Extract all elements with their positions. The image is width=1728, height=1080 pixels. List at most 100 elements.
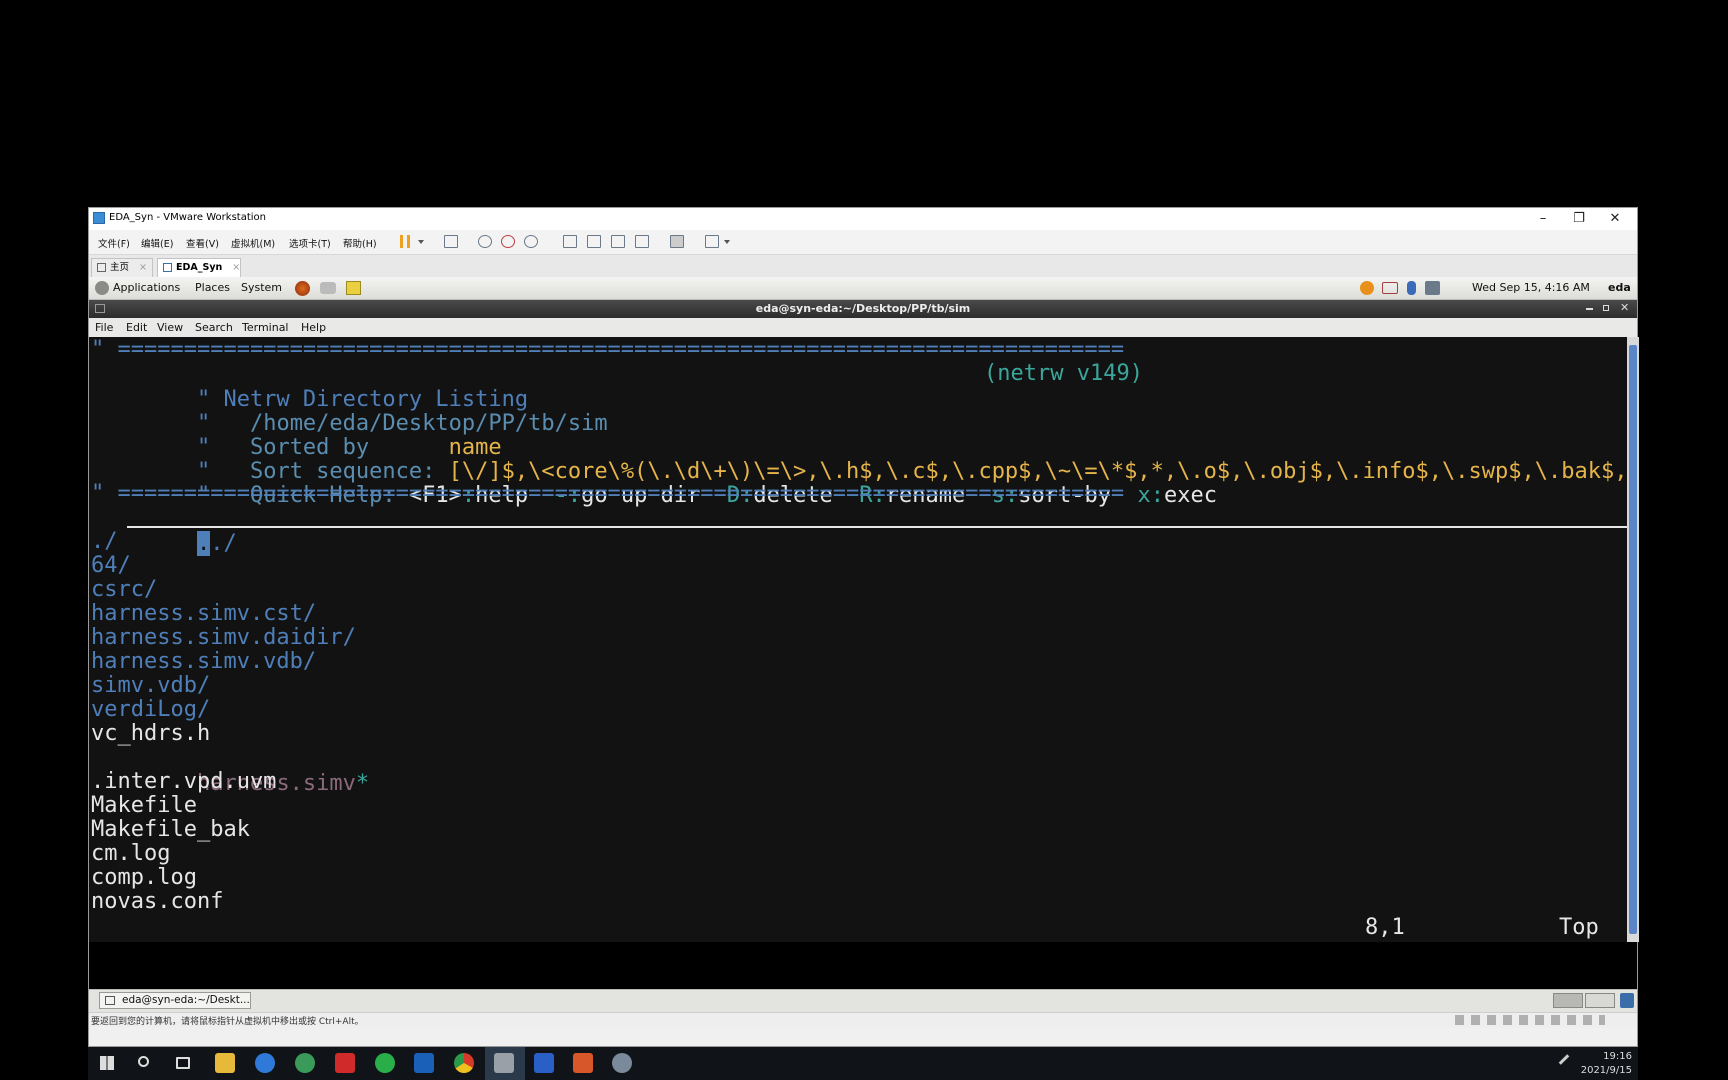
stretch-icon[interactable]: [705, 235, 719, 248]
list-item[interactable]: Makefile: [91, 793, 197, 819]
notes-icon[interactable]: [346, 281, 361, 295]
terminal-menu-help[interactable]: Help: [301, 321, 326, 334]
workspace-switcher-2[interactable]: [1585, 993, 1615, 1008]
list-item[interactable]: comp.log: [91, 865, 197, 891]
workspace-switcher-1[interactable]: [1553, 993, 1583, 1008]
tab-home-label: 主页: [110, 262, 130, 273]
applications-menu[interactable]: Applications: [113, 281, 180, 294]
menu-vm[interactable]: 虚拟机(M): [231, 236, 275, 250]
menu-tabs[interactable]: 选项卡(T): [289, 236, 331, 250]
pause-icon[interactable]: [400, 235, 410, 248]
terminal-menu-terminal[interactable]: Terminal: [242, 321, 289, 334]
outlook-icon[interactable]: [414, 1053, 434, 1073]
thumbnail-view-icon[interactable]: [587, 235, 601, 248]
system-menu[interactable]: System: [241, 281, 282, 294]
list-item[interactable]: verdiLog/: [91, 697, 210, 723]
powerpoint-icon[interactable]: [573, 1053, 593, 1073]
taskbar-terminal-item[interactable]: eda@syn-eda:~/Deskt...: [99, 992, 251, 1009]
vmware-app-icon: [93, 212, 105, 224]
bluetooth-icon[interactable]: [1407, 281, 1416, 295]
tab-eda-syn-label: EDA_Syn: [176, 262, 223, 273]
terminal-minimize-icon[interactable]: [1586, 308, 1593, 310]
terminal-scrollbar[interactable]: [1627, 337, 1639, 942]
terminal-menu-file[interactable]: File: [95, 321, 113, 334]
home-icon: [97, 263, 106, 272]
menu-view[interactable]: 查看(V): [186, 236, 219, 250]
exec-marker: *: [355, 771, 370, 796]
task-view-icon[interactable]: [176, 1057, 190, 1069]
list-item[interactable]: csrc/: [91, 577, 157, 603]
list-item[interactable]: harness.simv.vdb/: [91, 649, 316, 675]
netrw-rule: " ======================================…: [91, 481, 1125, 506]
firefox-icon[interactable]: [295, 281, 310, 296]
close-icon[interactable]: ×: [232, 262, 240, 273]
tab-eda-syn[interactable]: EDA_Syn ×: [157, 258, 241, 277]
snapshot-icon[interactable]: [478, 235, 492, 248]
unity-icon[interactable]: [635, 235, 649, 248]
gnome-bottom-panel: eda@syn-eda:~/Deskt...: [89, 989, 1637, 1012]
gnome-clock[interactable]: Wed Sep 15, 4:16 AM: [1472, 281, 1590, 294]
trash-icon[interactable]: [1620, 993, 1634, 1008]
app-icon-check[interactable]: [534, 1053, 554, 1073]
menu-file[interactable]: 文件(F): [98, 236, 130, 250]
terminal-icon: [105, 996, 115, 1005]
windows-start-icon[interactable]: [100, 1056, 114, 1070]
send-ctrl-alt-del-icon[interactable]: [444, 235, 458, 248]
list-item[interactable]: harness.simv.cst/: [91, 601, 316, 627]
update-icon[interactable]: [1360, 281, 1374, 295]
volume-icon[interactable]: [1382, 282, 1398, 294]
terminal-menubar: File Edit View Search Terminal Help: [89, 318, 1637, 338]
gnome-user[interactable]: eda: [1608, 281, 1631, 294]
close-button[interactable]: ✕: [1597, 208, 1633, 230]
pen-icon[interactable]: [1558, 1054, 1570, 1065]
app-icon-bird[interactable]: [612, 1053, 632, 1073]
guest-desktop[interactable]: Applications Places System Wed Sep 15, 4…: [89, 277, 1639, 1012]
terminal-maximize-icon[interactable]: [1603, 305, 1609, 311]
app-icon-red[interactable]: [335, 1053, 355, 1073]
file-explorer-icon[interactable]: [215, 1053, 235, 1073]
gnome-top-panel: Applications Places System Wed Sep 15, 4…: [89, 277, 1637, 300]
windows-clock[interactable]: 19:16 2021/9/15: [1581, 1050, 1632, 1078]
menu-help[interactable]: 帮助(H): [343, 236, 377, 250]
terminal-menu-edit[interactable]: Edit: [126, 321, 147, 334]
minimize-button[interactable]: –: [1525, 208, 1561, 230]
menu-edit[interactable]: 编辑(E): [141, 236, 173, 250]
list-item[interactable]: vc_hdrs.h: [91, 721, 210, 747]
revert-snapshot-icon[interactable]: [501, 235, 515, 248]
vmware-titlebar: EDA_Syn - VMware Workstation – ❐ ✕: [89, 208, 1637, 230]
close-icon[interactable]: ×: [139, 262, 147, 273]
app-icon-blue-swirl[interactable]: [255, 1053, 275, 1073]
terminal-menu-view[interactable]: View: [157, 321, 183, 334]
app-icon-globe[interactable]: [295, 1053, 315, 1073]
tab-home[interactable]: 主页 ×: [91, 258, 153, 277]
places-menu[interactable]: Places: [195, 281, 230, 294]
list-item[interactable]: simv.vdb/: [91, 673, 210, 699]
help-sep: :: [1150, 483, 1164, 508]
chrome-icon[interactable]: [454, 1053, 474, 1073]
wechat-icon[interactable]: [375, 1053, 395, 1073]
device-status-icons[interactable]: [1455, 1015, 1605, 1025]
help-text: exec: [1163, 483, 1217, 508]
terminal-menu-search[interactable]: Search: [195, 321, 233, 334]
terminal-close-icon[interactable]: ✕: [1620, 301, 1629, 314]
terminal-screen[interactable]: " ======================================…: [89, 337, 1627, 942]
vmware-icon[interactable]: [494, 1053, 514, 1073]
snapshot-manager-icon[interactable]: [524, 235, 538, 248]
chevron-down-icon[interactable]: [418, 240, 424, 244]
list-item[interactable]: 64/: [91, 553, 131, 579]
scrollbar-thumb[interactable]: [1629, 345, 1637, 934]
search-icon[interactable]: [138, 1056, 149, 1067]
chevron-down-icon[interactable]: [724, 240, 730, 244]
full-screen-icon[interactable]: [611, 235, 625, 248]
list-item[interactable]: novas.conf: [91, 889, 223, 915]
mail-icon[interactable]: [320, 282, 336, 294]
list-item[interactable]: ./: [91, 529, 118, 555]
list-item[interactable]: cm.log: [91, 841, 170, 867]
list-item[interactable]: .inter.vpd.uvm: [91, 769, 276, 795]
list-item[interactable]: Makefile_bak: [91, 817, 250, 843]
console-view-icon[interactable]: [670, 235, 684, 248]
network-icon[interactable]: [1425, 281, 1440, 295]
library-view-icon[interactable]: [563, 235, 577, 248]
list-item[interactable]: harness.simv.daidir/: [91, 625, 356, 651]
restore-button[interactable]: ❐: [1561, 208, 1597, 230]
